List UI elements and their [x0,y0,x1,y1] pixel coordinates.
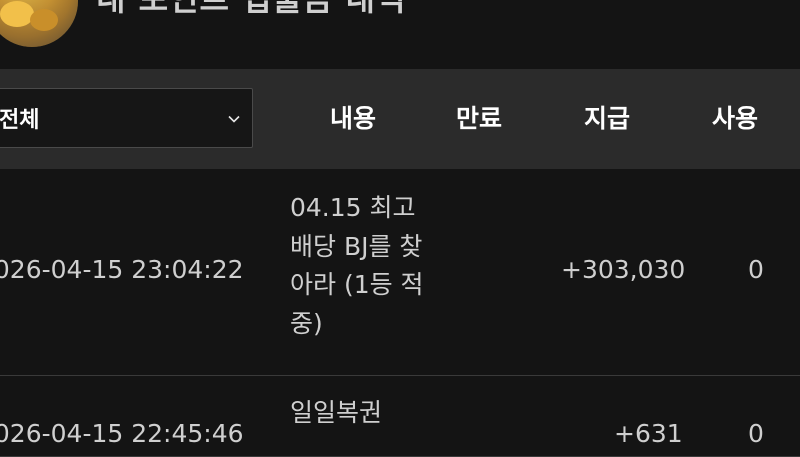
chevron-down-icon [228,115,240,123]
column-header-paid[interactable]: 지급 [584,99,630,135]
filter-selected-value: 전체 [0,108,40,133]
avatar-figure-shadow [30,9,58,31]
table-header: 전체 내용 만료 지급 사용 [0,69,800,169]
table-row: 2026-04-15 23:04:22 04.15 최고 배당 BJ를 찾아라 … [0,169,800,376]
row-content: 일일복권 [290,398,383,427]
page-title: 내 포인트 입출금 내역 [96,0,406,20]
row-used: 0 [748,419,764,448]
table-row: 2026-04-15 22:45:46 일일복권 +631 0 [0,376,800,457]
column-header-expiry[interactable]: 만료 [456,99,502,135]
row-paid: +303,030 [561,255,686,284]
filter-dropdown[interactable]: 전체 [0,88,253,148]
row-paid: +631 [614,419,683,448]
row-date: 2026-04-15 22:45:46 [0,419,244,448]
user-avatar [0,0,78,47]
row-content: 04.15 최고 배당 BJ를 찾아라 (1등 적중) [290,193,424,338]
column-header-content[interactable]: 내용 [330,99,376,135]
avatar-figure [0,1,34,27]
profile-header: 내 포인트 입출금 내역 [0,0,800,69]
row-date: 2026-04-15 23:04:22 [0,255,244,284]
row-used: 0 [748,255,764,284]
column-header-used[interactable]: 사용 [712,99,758,135]
